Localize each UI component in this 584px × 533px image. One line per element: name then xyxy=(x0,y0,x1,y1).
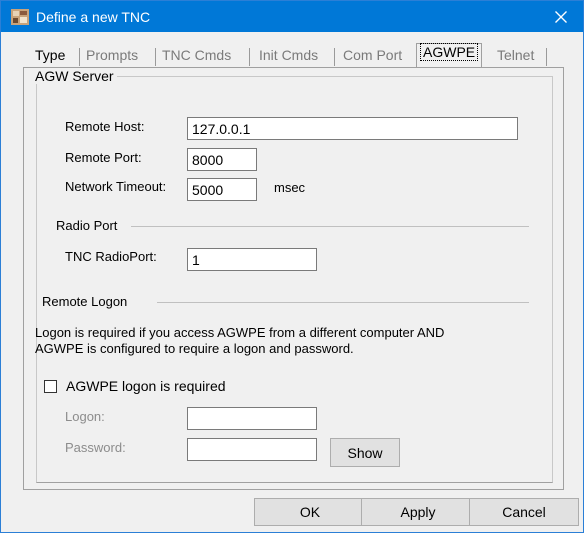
tab-divider xyxy=(546,48,547,66)
remote-port-label: Remote Port: xyxy=(65,150,142,165)
cancel-button[interactable]: Cancel xyxy=(469,498,579,526)
show-password-button[interactable]: Show xyxy=(330,438,400,467)
tab-telnet[interactable]: Telnet xyxy=(497,47,534,67)
window-title: Define a new TNC xyxy=(36,9,151,25)
close-icon xyxy=(554,10,567,23)
password-label: Password: xyxy=(65,440,126,455)
remote-host-input[interactable]: 127.0.0.1 xyxy=(187,117,518,140)
logon-input[interactable] xyxy=(187,407,317,430)
close-button[interactable] xyxy=(538,1,583,32)
section-divider xyxy=(131,226,529,227)
tnc-radioport-label: TNC RadioPort: xyxy=(65,249,157,264)
remote-port-input[interactable]: 8000 xyxy=(187,148,257,171)
tab-prompts[interactable]: Prompts xyxy=(86,47,138,67)
tnc-radioport-input[interactable]: 1 xyxy=(187,248,317,271)
tab-divider xyxy=(79,48,80,66)
tab-agwpe[interactable]: AGWPE xyxy=(416,43,483,68)
tab-com-port[interactable]: Com Port xyxy=(343,47,402,67)
remote-host-label: Remote Host: xyxy=(65,119,145,134)
radio-port-heading: Radio Port xyxy=(56,218,118,233)
logon-required-label[interactable]: AGWPE logon is required xyxy=(66,378,226,394)
apply-button[interactable]: Apply xyxy=(361,498,475,526)
network-timeout-label: Network Timeout: xyxy=(65,179,167,194)
network-timeout-input[interactable]: 5000 xyxy=(187,178,257,201)
logon-label: Logon: xyxy=(65,409,105,424)
tab-init-cmds[interactable]: Init Cmds xyxy=(259,47,318,67)
tab-strip: Type Prompts TNC Cmds Init Cmds Com Port… xyxy=(23,42,563,68)
tab-tnc-cmds[interactable]: TNC Cmds xyxy=(162,47,231,67)
title-bar[interactable]: Define a new TNC xyxy=(1,1,583,32)
logon-required-checkbox[interactable] xyxy=(44,380,57,393)
ok-button[interactable]: OK xyxy=(254,498,366,526)
logon-info-line2: AGWPE is configured to require a logon a… xyxy=(35,341,354,356)
tab-agwpe-label: AGWPE xyxy=(419,43,479,61)
tab-type[interactable]: Type xyxy=(35,47,65,67)
tab-divider xyxy=(155,48,156,66)
agwpe-tab-panel: AGW Server Remote Host: 127.0.0.1 Remote… xyxy=(23,67,564,490)
timeout-unit-label: msec xyxy=(274,180,306,195)
tab-divider xyxy=(249,48,250,66)
agw-server-heading: AGW Server xyxy=(32,68,117,84)
password-input[interactable] xyxy=(187,438,317,461)
remote-logon-heading: Remote Logon xyxy=(42,294,128,309)
tab-divider xyxy=(334,48,335,66)
section-divider xyxy=(157,302,529,303)
app-icon xyxy=(11,9,29,25)
dialog-window: Define a new TNC Type Prompts TNC Cmds I… xyxy=(0,0,584,533)
logon-info-line1: Logon is required if you access AGWPE fr… xyxy=(35,325,445,340)
